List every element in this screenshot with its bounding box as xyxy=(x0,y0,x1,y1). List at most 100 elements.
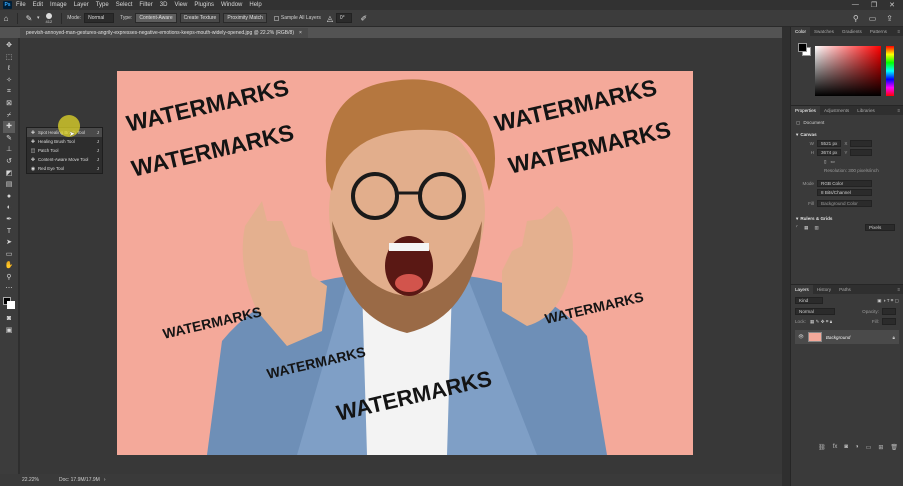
screen-mode-icon[interactable]: ▣ xyxy=(3,325,15,337)
layer-kind-dropdown[interactable]: Kind xyxy=(795,297,823,304)
filter-icons[interactable]: ▣ ◑ T ⌗ ▢ xyxy=(877,298,899,304)
guides-icon[interactable]: ▥ xyxy=(815,225,819,231)
tab-layers[interactable]: Layers xyxy=(791,285,813,294)
fill-dropdown[interactable]: Background Color xyxy=(817,200,872,207)
menu-select[interactable]: Select xyxy=(116,2,133,8)
fx-icon[interactable]: fx xyxy=(833,444,838,451)
blur-tool-icon[interactable]: ● xyxy=(3,191,15,203)
visibility-eye-icon[interactable]: 👁︎ xyxy=(798,334,804,340)
search-icon[interactable]: ⚲ xyxy=(853,14,859,23)
type-tool-icon[interactable]: T xyxy=(3,226,15,238)
menu-layer[interactable]: Layer xyxy=(74,2,89,8)
menu-edit[interactable]: Edit xyxy=(33,2,43,8)
panel-menu-icon[interactable]: ≡ xyxy=(897,29,900,34)
tool-preset-chevron-icon[interactable]: ▾ xyxy=(37,15,40,21)
tab-gradients[interactable]: Gradients xyxy=(838,27,866,36)
flyout-red-eye[interactable]: ◉ Red Eye Tool J xyxy=(27,164,102,173)
flyout-healing-brush[interactable]: ✚ Healing Brush Tool J xyxy=(27,137,102,146)
crop-tool-icon[interactable]: ⌗ xyxy=(3,86,15,98)
brush-tool-icon[interactable]: ✎ xyxy=(3,133,15,145)
color-field[interactable] xyxy=(815,46,881,96)
mask-icon[interactable]: ◙ xyxy=(844,444,848,451)
tab-patterns[interactable]: Patterns xyxy=(866,27,891,36)
dodge-tool-icon[interactable]: ◐ xyxy=(3,202,15,214)
color-mode-dropdown[interactable]: RGB Color xyxy=(817,180,872,187)
create-texture-button[interactable]: Create Texture xyxy=(179,13,221,23)
landscape-icon[interactable]: ▭ xyxy=(831,159,835,165)
pen-tool-icon[interactable]: ✒ xyxy=(3,214,15,226)
content-aware-button[interactable]: Content-Aware xyxy=(135,13,177,23)
panel-menu-icon[interactable]: ≡ xyxy=(897,287,900,292)
document-tab[interactable]: peevish-annoyed-man-gestures-angrily-exp… xyxy=(20,28,308,38)
flyout-patch-tool[interactable]: ◫ Patch Tool J xyxy=(27,146,102,155)
share-icon[interactable]: ⇪ xyxy=(886,14,893,23)
tab-history[interactable]: History xyxy=(813,285,835,294)
panel-menu-icon[interactable]: ≡ xyxy=(897,108,900,113)
minimize-button[interactable]: — xyxy=(852,1,859,9)
tab-properties[interactable]: Properties xyxy=(791,106,820,115)
menu-help[interactable]: Help xyxy=(249,2,261,8)
flyout-content-aware-move[interactable]: ✥ Content-Aware Move Tool J xyxy=(27,155,102,164)
quick-select-tool-icon[interactable]: ✧ xyxy=(3,75,15,87)
angle-field[interactable]: 0° xyxy=(335,13,352,23)
eyedropper-tool-icon[interactable]: ⌿ xyxy=(3,110,15,122)
home-icon[interactable]: ⌂ xyxy=(0,14,12,23)
menu-3d[interactable]: 3D xyxy=(160,2,168,8)
more-tools-icon[interactable]: ⋯ xyxy=(3,283,15,295)
quick-mask-icon[interactable]: ◙ xyxy=(3,313,15,325)
foreground-color-swatch[interactable] xyxy=(798,43,807,52)
height-field[interactable]: 3674 px xyxy=(817,149,842,156)
background-color-swatch[interactable] xyxy=(7,301,15,310)
move-tool-icon[interactable]: ✥ xyxy=(3,40,15,52)
group-icon[interactable]: ▭ xyxy=(866,444,872,451)
mode-dropdown[interactable]: Normal xyxy=(84,13,115,23)
proximity-match-button[interactable]: Proximity Match xyxy=(223,13,267,23)
menu-filter[interactable]: Filter xyxy=(139,2,152,8)
tab-swatches[interactable]: Swatches xyxy=(810,27,838,36)
layer-row-background[interactable]: 👁︎ Background 🔒︎ xyxy=(795,330,899,344)
workspace-icon[interactable]: ▭ xyxy=(869,14,877,23)
ruler-units-dropdown[interactable]: Pixels xyxy=(865,224,895,231)
status-chevron-icon[interactable]: › xyxy=(104,477,106,483)
grid-icon[interactable]: ▦ xyxy=(804,225,808,231)
hue-slider[interactable] xyxy=(886,46,894,96)
spot-healing-tool-icon[interactable]: ✚ xyxy=(3,121,15,133)
brush-picker[interactable]: 412 xyxy=(46,12,52,24)
tab-paths[interactable]: Paths xyxy=(835,285,855,294)
y-field[interactable] xyxy=(850,149,873,156)
close-tab-icon[interactable]: × xyxy=(299,30,302,36)
x-field[interactable] xyxy=(850,140,873,147)
menu-window[interactable]: Window xyxy=(221,2,242,8)
pressure-size-icon[interactable]: ✐ xyxy=(358,14,370,23)
opacity-field[interactable] xyxy=(882,308,896,315)
new-layer-icon[interactable]: ⊞ xyxy=(878,444,883,451)
photoshop-logo[interactable]: Ps xyxy=(3,1,12,9)
sample-all-layers-checkbox[interactable] xyxy=(273,15,279,21)
clone-stamp-tool-icon[interactable]: ⊥ xyxy=(3,144,15,156)
menu-plugins[interactable]: Plugins xyxy=(194,2,214,8)
tab-adjustments[interactable]: Adjustments xyxy=(820,106,853,115)
width-field[interactable]: 5521 px xyxy=(817,140,842,147)
menu-image[interactable]: Image xyxy=(50,2,67,8)
menu-view[interactable]: View xyxy=(174,2,187,8)
path-selection-tool-icon[interactable]: ➤ xyxy=(3,237,15,249)
marquee-tool-icon[interactable]: ⬚ xyxy=(3,52,15,64)
document-canvas[interactable]: WATERMARKS WATERMARKS WATERMARKS WATERMA… xyxy=(117,71,693,455)
close-window-button[interactable]: ✕ xyxy=(889,1,895,9)
fill-field[interactable] xyxy=(882,318,896,325)
spot-healing-tool-icon[interactable]: ✎ xyxy=(23,14,35,23)
frame-tool-icon[interactable]: ⊠ xyxy=(3,98,15,110)
rulers-section[interactable]: ▾ Rulers & Grids xyxy=(796,214,898,223)
portrait-icon[interactable]: ▯ xyxy=(824,159,827,165)
hand-tool-icon[interactable]: ✋ xyxy=(3,260,15,272)
rectangle-tool-icon[interactable]: ▭ xyxy=(3,249,15,261)
maximize-button[interactable]: ❐ xyxy=(871,1,877,9)
menu-file[interactable]: File xyxy=(16,2,26,8)
link-layers-icon[interactable]: ⛓ xyxy=(818,444,826,451)
zoom-level[interactable]: 22.22% xyxy=(22,477,39,483)
gradient-tool-icon[interactable]: ▤ xyxy=(3,179,15,191)
eraser-tool-icon[interactable]: ◩ xyxy=(3,168,15,180)
trash-icon[interactable]: 🗑︎ xyxy=(890,444,898,451)
tab-color[interactable]: Color xyxy=(791,27,810,36)
lock-icons[interactable]: ▦ ✎ ✥ ⌗ 🔒︎ xyxy=(810,319,832,325)
